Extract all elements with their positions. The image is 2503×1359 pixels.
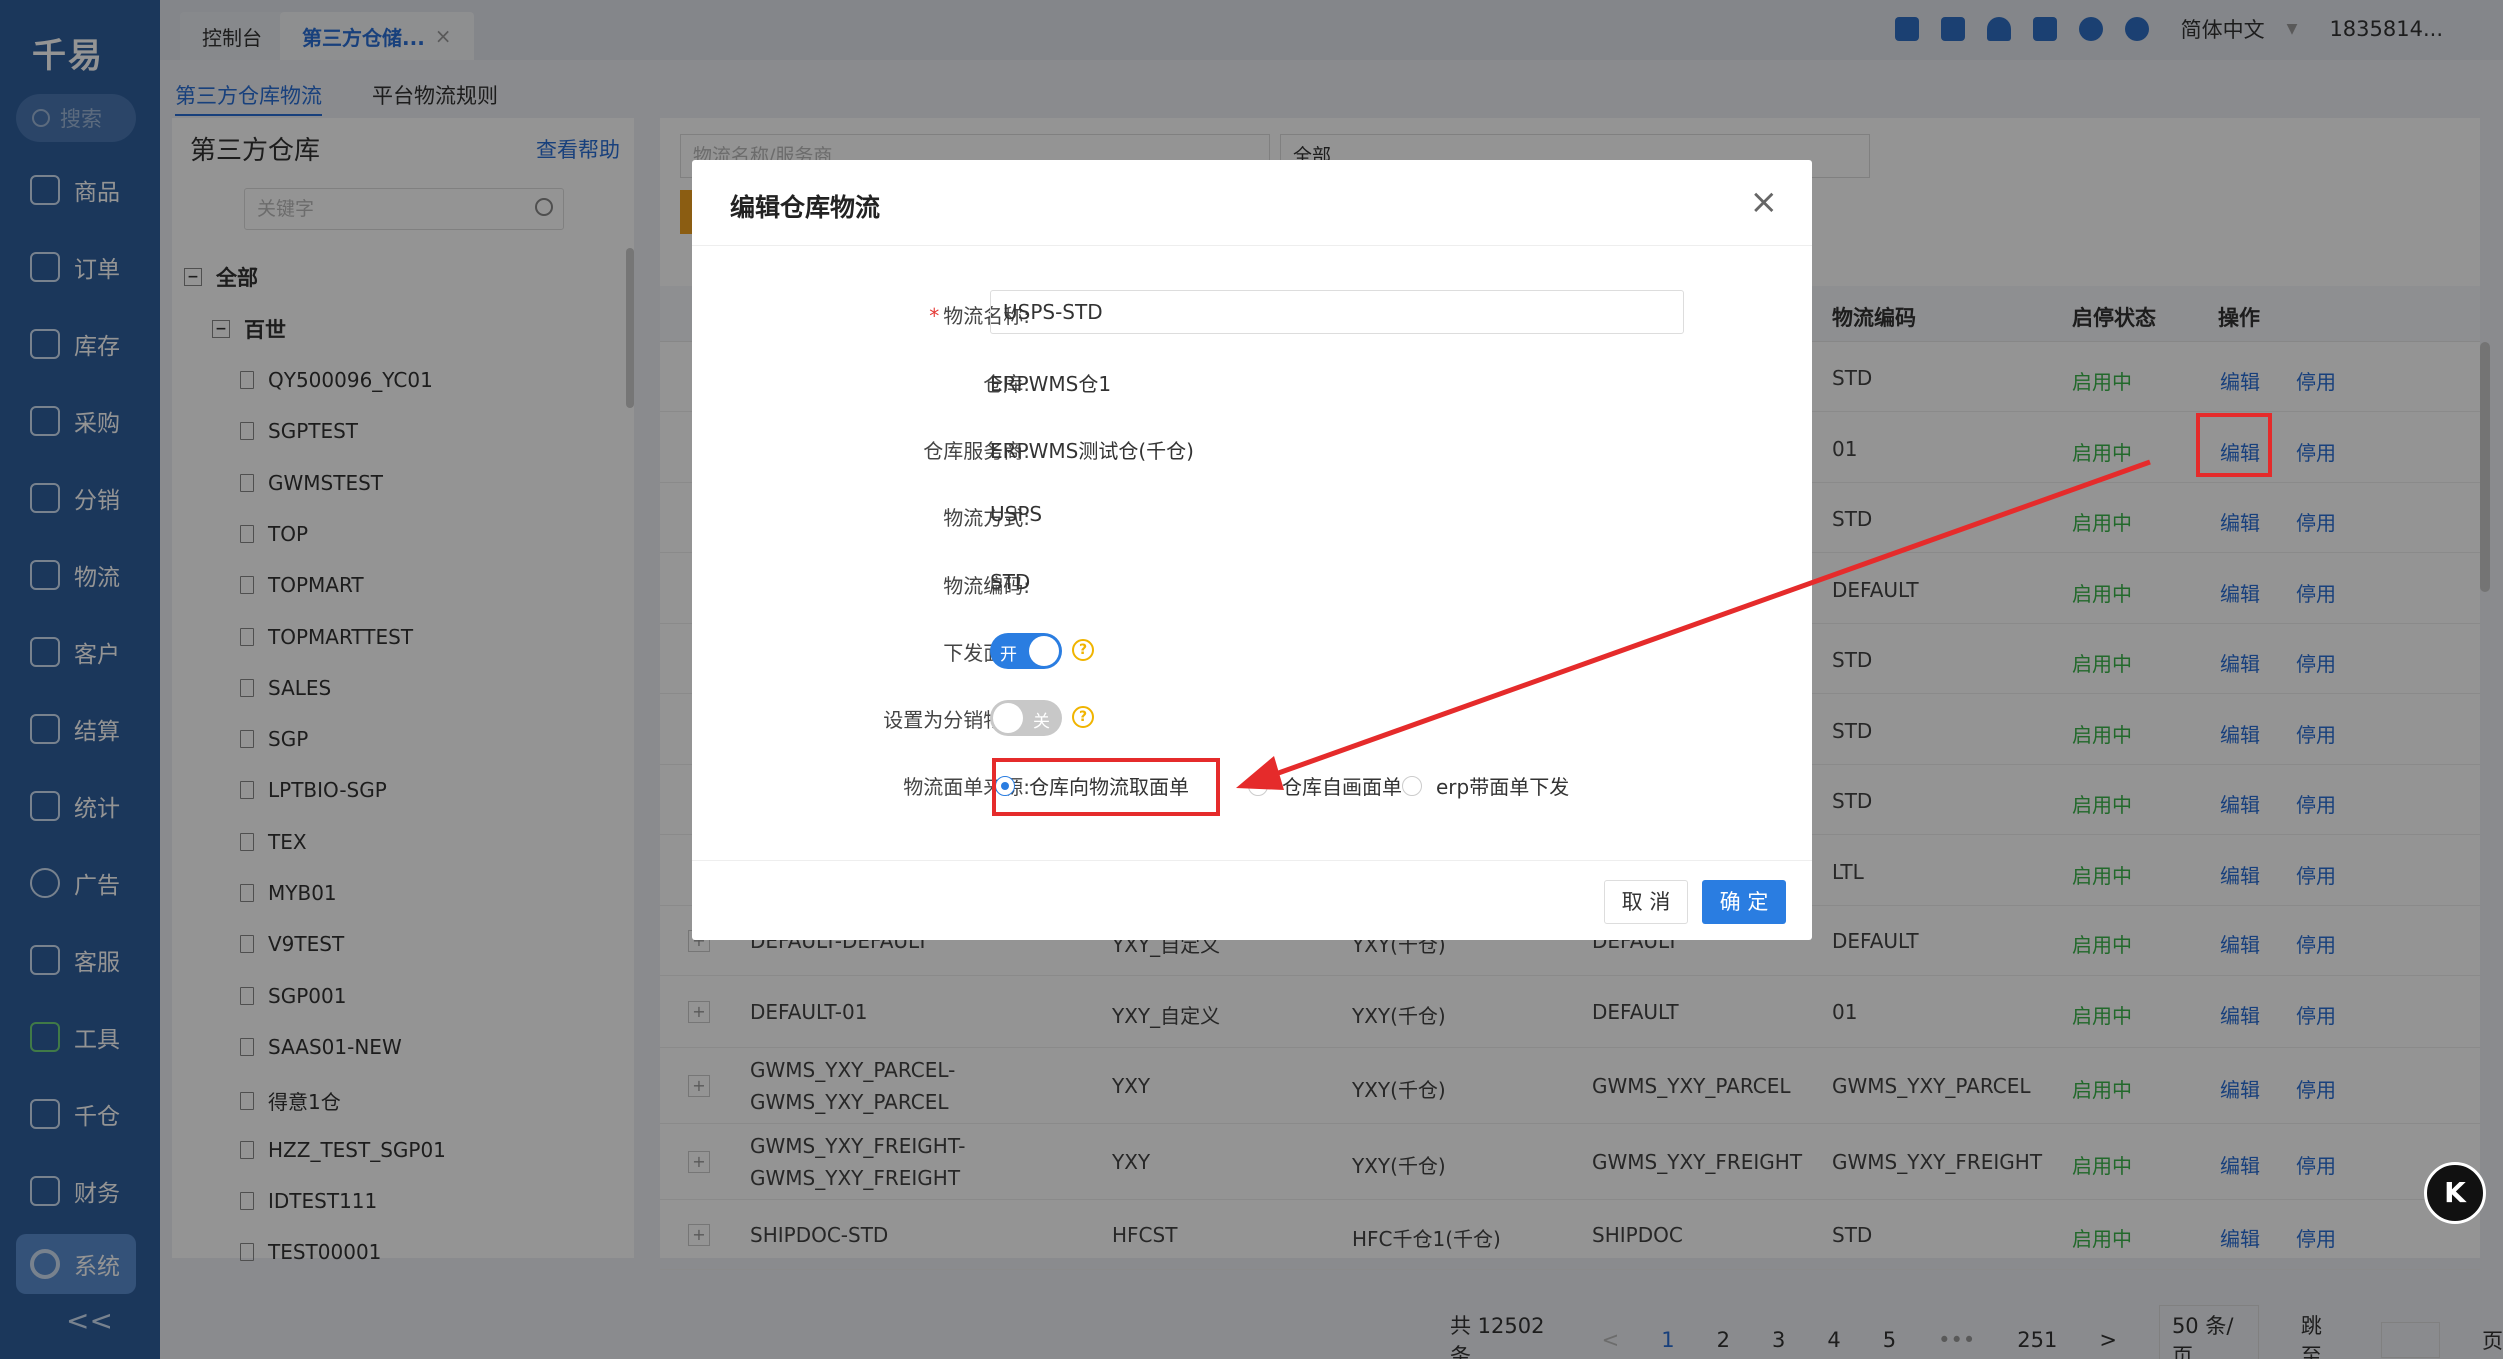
- annotation-arrow: [1236, 459, 2151, 790]
- floating-assistant-button[interactable]: K: [2424, 1162, 2486, 1224]
- arrow-head: [1236, 756, 1284, 790]
- arrow-line: [1269, 459, 2151, 779]
